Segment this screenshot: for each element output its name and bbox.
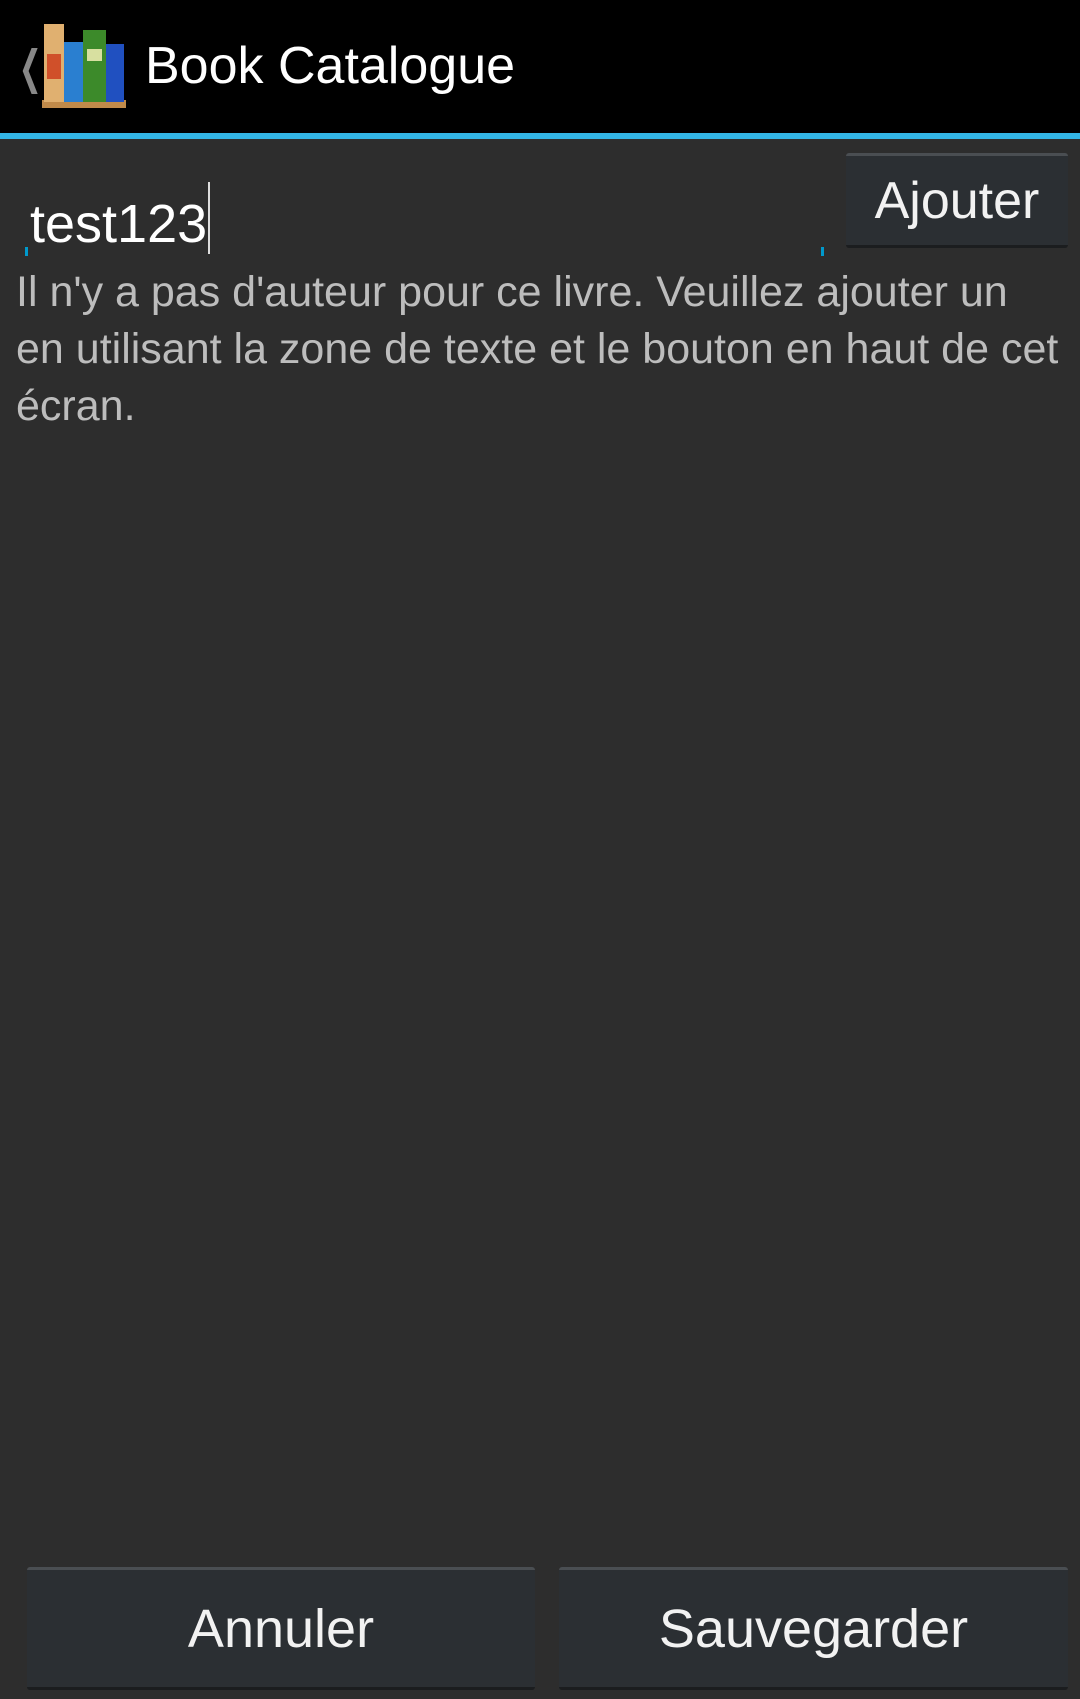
save-button[interactable]: Sauvegarder bbox=[559, 1567, 1068, 1690]
app-title: Book Catalogue bbox=[145, 37, 516, 95]
books-icon[interactable] bbox=[42, 24, 126, 110]
cancel-button[interactable]: Annuler bbox=[27, 1567, 535, 1690]
author-input-value[interactable]: test123 bbox=[30, 194, 207, 254]
add-author-button[interactable]: Ajouter bbox=[846, 153, 1068, 248]
action-bar: ❮ Book Catalogue bbox=[0, 0, 1080, 133]
chevron-left-icon[interactable]: ❮ bbox=[19, 40, 42, 94]
author-input[interactable]: test123 bbox=[24, 168, 824, 256]
input-underline-left bbox=[25, 247, 28, 256]
text-cursor bbox=[208, 182, 211, 254]
input-underline-right bbox=[821, 247, 824, 256]
action-bar-divider bbox=[0, 133, 1080, 139]
no-author-message: Il n'y a pas d'auteur pour ce livre. Veu… bbox=[16, 268, 1059, 430]
